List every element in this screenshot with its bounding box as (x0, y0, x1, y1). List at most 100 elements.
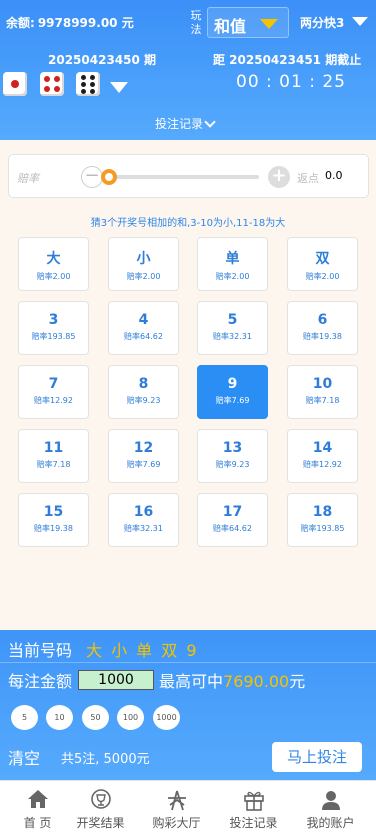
bet-option-4[interactable]: 4 赔率64.62 (108, 301, 179, 355)
place-bet-button[interactable]: 马上投注 (272, 742, 362, 772)
tab-account[interactable]: 我的账户 (293, 781, 368, 834)
rebate-label: 返点 (297, 172, 319, 185)
bet-summary: 共5注, 5000元 (61, 752, 150, 767)
balance-label: 余额: (6, 16, 35, 30)
bet-option-16[interactable]: 16 赔率32.31 (108, 493, 179, 547)
option-odds: 赔率193.85 (300, 524, 345, 533)
bet-option-单[interactable]: 单赔率2.00 (197, 237, 268, 291)
option-label: 11 (43, 440, 64, 456)
odds-slider-track[interactable] (103, 175, 259, 179)
dice-pip (81, 82, 86, 87)
balance: 余额: 9978999.00 元 (6, 14, 134, 31)
chip-button[interactable]: 50 (82, 705, 109, 730)
dice-pip (90, 82, 95, 87)
chip-button[interactable]: 10 (46, 705, 73, 730)
option-label: 小 (136, 251, 151, 267)
decrease-button[interactable]: − (81, 166, 103, 188)
play-mode-value: 和值 (214, 17, 247, 36)
option-odds: 赔率19.38 (34, 524, 73, 533)
option-odds: 赔率64.62 (124, 332, 163, 341)
bet-option-13[interactable]: 13 赔率9.23 (197, 429, 268, 483)
next-period-label: 距 20250423451 期截止 (213, 53, 362, 67)
tab-lobby[interactable]: 购彩大厅 (139, 781, 214, 834)
rebate-value: 0.0 (325, 169, 343, 182)
dice-pip (11, 80, 19, 88)
option-odds: 赔率7.18 (305, 396, 340, 405)
current-period: 20250423450 期 (48, 53, 157, 67)
tab-bet-records[interactable]: 投注记录 (216, 781, 291, 834)
bet-option-12[interactable]: 12 赔率7.69 (108, 429, 179, 483)
chip-button[interactable]: 1000 (153, 705, 180, 730)
play-mode-selector[interactable]: 和值 (207, 7, 289, 38)
option-label: 12 (133, 440, 154, 456)
bet-option-14[interactable]: 14 赔率12.92 (287, 429, 358, 483)
option-label: 5 (227, 312, 238, 328)
chevron-down-icon (260, 19, 278, 29)
odds-slider-handle[interactable] (101, 169, 117, 185)
option-label: 4 (138, 312, 149, 328)
max-win: 最高可中7690.00元 (159, 668, 305, 692)
bet-option-15[interactable]: 15 赔率19.38 (18, 493, 89, 547)
expand-history-icon[interactable] (110, 82, 128, 93)
rules-hint: 猜3个开奖号相加的和,3-10为小,11-18为大 (90, 218, 286, 229)
bet-option-双[interactable]: 双赔率2.00 (287, 237, 358, 291)
dice-pip (90, 75, 95, 80)
option-odds: 赔率2.00 (215, 272, 250, 281)
bet-option-小[interactable]: 小赔率2.00 (108, 237, 179, 291)
bet-records-toggle[interactable]: 投注记录 (155, 115, 216, 132)
lottery-selector[interactable]: 两分快3 (300, 14, 344, 31)
chevron-down-icon[interactable] (352, 17, 368, 26)
increase-button[interactable]: + (268, 166, 290, 188)
amount-input[interactable] (78, 670, 154, 690)
option-label: 3 (48, 312, 59, 328)
option-label: 6 (317, 312, 328, 328)
option-odds: 赔率64.62 (213, 524, 252, 533)
bet-option-5[interactable]: 5 赔率32.31 (197, 301, 268, 355)
option-odds: 赔率7.69 (126, 460, 161, 469)
chip-button[interactable]: 100 (117, 705, 144, 730)
option-label: 双 (315, 251, 330, 267)
dice-6-icon (76, 72, 100, 96)
bet-option-大[interactable]: 大赔率2.00 (18, 237, 89, 291)
bet-option-8[interactable]: 8 赔率9.23 (108, 365, 179, 419)
bet-option-3[interactable]: 3 赔率193.85 (18, 301, 89, 355)
bet-option-7[interactable]: 7 赔率12.92 (18, 365, 89, 419)
option-odds: 赔率32.31 (213, 332, 252, 341)
option-label: 8 (138, 376, 149, 392)
user-icon (321, 791, 340, 810)
dice-pip (44, 86, 50, 92)
dice-1-icon (3, 72, 27, 96)
option-odds: 赔率7.69 (215, 396, 250, 405)
chip-button[interactable]: 5 (11, 705, 38, 730)
max-win-label: 最高可中 (159, 672, 224, 691)
option-odds: 赔率2.00 (36, 272, 71, 281)
bet-option-17[interactable]: 17 赔率64.62 (197, 493, 268, 547)
option-label: 15 (43, 504, 64, 520)
balance-value: 9978999.00 元 (37, 16, 134, 30)
current-selection-value: 大 小 单 双 9 (86, 641, 199, 660)
max-win-value: 7690.00 (223, 672, 290, 691)
bottom-tab-bar: 首 页 开奖结果 购彩大厅 投注记录 我的账户 (0, 780, 376, 834)
gift-icon (243, 791, 264, 811)
dice-pip (54, 86, 60, 92)
tab-results[interactable]: 开奖结果 (63, 781, 138, 834)
trophy-icon (90, 789, 111, 809)
bet-option-6[interactable]: 6 赔率19.38 (287, 301, 358, 355)
option-label: 9 (227, 376, 238, 392)
home-icon (27, 790, 48, 808)
tab-label: 购彩大厅 (152, 816, 201, 830)
option-odds: 赔率32.31 (124, 524, 163, 533)
tab-label: 开奖结果 (76, 816, 125, 830)
option-odds: 赔率9.23 (215, 460, 250, 469)
betting-area: 赔率 − + 返点 0.0 猜3个开奖号相加的和,3-10为小,11-18为大 … (0, 140, 376, 630)
bet-option-11[interactable]: 11 赔率7.18 (18, 429, 89, 483)
divider (0, 662, 376, 663)
option-label: 单 (225, 251, 240, 267)
bet-option-10[interactable]: 10 赔率7.18 (287, 365, 358, 419)
odds-label: 赔率 (17, 172, 39, 185)
dice-pip (44, 76, 50, 82)
bet-option-18[interactable]: 18 赔率193.85 (287, 493, 358, 547)
bet-option-9[interactable]: 9 赔率7.69 (197, 365, 268, 419)
clear-button[interactable]: 清空 (8, 745, 40, 769)
dice-pip (81, 89, 86, 94)
